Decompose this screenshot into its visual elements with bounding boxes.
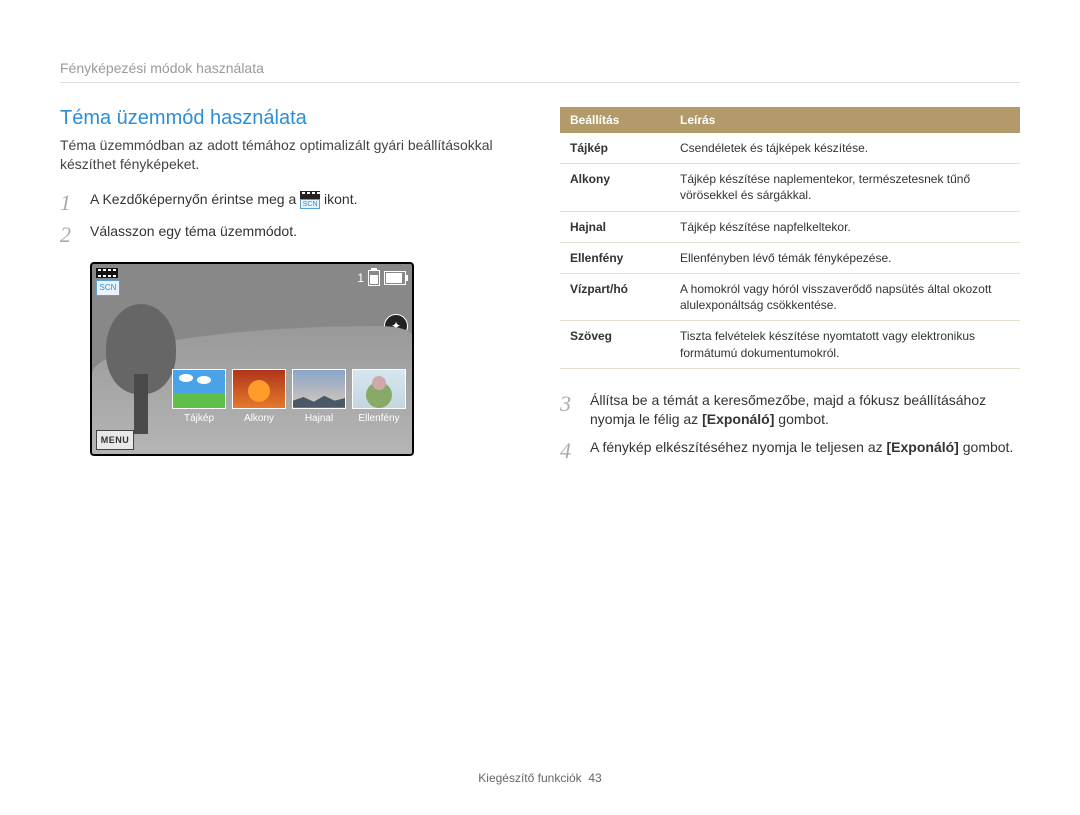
step-3: 3 Állítsa be a témát a keresőmezőbe, maj… [560,391,1020,430]
settings-table: Beállítás Leírás TájképCsendéletek és tá… [560,107,1020,369]
footer-page: 43 [588,771,601,785]
step1-pre: A Kezdőképernyőn érintse meg a [90,191,300,207]
step1-post: ikont. [324,191,357,207]
table-row: Vízpart/hóA homokról vagy hóról visszave… [560,273,1020,320]
page-footer: Kiegészítő funkciók 43 [0,771,1080,785]
footer-label: Kiegészítő funkciók [478,771,581,785]
step3-b: gombot. [774,411,828,427]
tree-decoration [106,304,176,434]
step4-bold: [Exponáló] [887,439,959,455]
thumb-landscape[interactable] [172,369,226,409]
intro-text: Téma üzemmódban az adott témához optimal… [60,136,520,174]
step-1: 1 A Kezdőképernyőn érintse meg a SCN iko… [60,190,520,214]
step-number: 2 [60,222,78,246]
battery-icon [384,271,406,285]
shot-counter: 1 [357,271,364,285]
memory-icon [368,270,380,286]
step4-a: A fénykép elkészítéséhez nyomja le telje… [590,439,887,455]
menu-button[interactable]: MENU [96,430,134,450]
film-icon [96,268,118,278]
table-row: EllenfényEllenfényben lévő témák fénykép… [560,242,1020,273]
scene-carousel: Tájkép Alkony Hajnal Ellenfény [172,369,414,424]
th-description: Leírás [670,107,1020,133]
table-row: HajnalTájkép készítése napfelkeltekor. [560,211,1020,242]
thumb-next[interactable] [412,384,414,424]
camera-lcd-preview: SCN 1 ✦ ✿ Tájkép Alkony Ha [90,262,414,456]
table-row: AlkonyTájkép készítése naplementekor, te… [560,164,1020,211]
step-2: 2 Válasszon egy téma üzemmódot. [60,222,520,246]
step-number: 1 [60,190,78,214]
step3-bold: [Exponáló] [702,411,774,427]
breadcrumb: Fényképezési módok használata [60,60,1020,83]
table-row: SzövegTiszta felvételek készítése nyomta… [560,321,1020,368]
th-setting: Beállítás [560,107,670,133]
step-4: 4 A fénykép elkészítéséhez nyomja le tel… [560,438,1020,462]
thumb-dawn[interactable] [292,369,346,409]
step-number: 3 [560,391,578,415]
scn-mode-icon: SCN [300,191,320,209]
step2-text: Válasszon egy téma üzemmódot. [90,222,520,242]
thumb-sunset[interactable] [232,369,286,409]
table-row: TájképCsendéletek és tájképek készítése. [560,133,1020,164]
step-number: 4 [560,438,578,462]
step4-b: gombot. [959,439,1013,455]
thumb-backlight[interactable] [352,369,406,409]
section-title: Téma üzemmód használata [60,107,520,130]
scn-icon: SCN [96,280,120,296]
